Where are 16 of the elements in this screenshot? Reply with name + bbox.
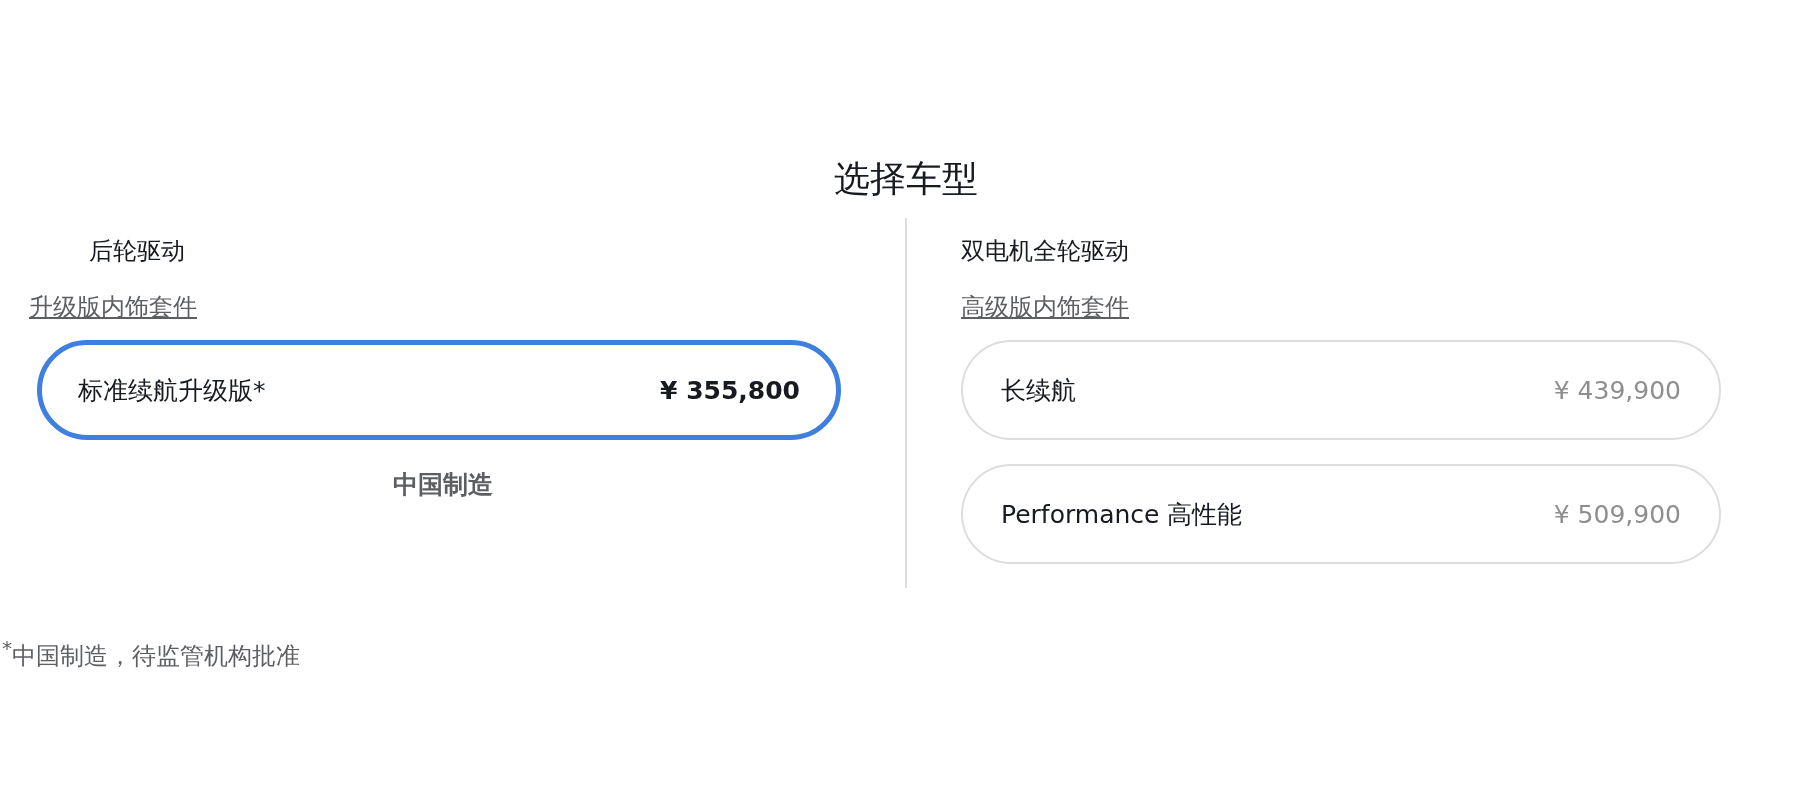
drive-label: 后轮驱动 [88,236,186,267]
origin-note: 中国制造 [392,469,494,501]
trim-name: 标准续航升级版* [78,374,266,407]
drive-label: 双电机全轮驱动 [961,236,1130,267]
trim-price: ¥ 355,800 [660,375,800,405]
trim-name: Performance 高性能 [1001,498,1243,531]
footnote: $^{*}$中国制造，待监管机构批准 [2,636,300,672]
trim-name: 长续航 [1001,374,1076,407]
trim-price: ¥ 509,900 [1553,499,1681,529]
page-title: 选择车型 [833,157,979,201]
trim-option[interactable]: 标准续航升级版* ¥ 355,800 [37,340,841,440]
interior-link[interactable]: 高级版内饰套件 [961,290,1129,324]
trim-option[interactable]: Performance 高性能 ¥ 509,900 [961,464,1721,564]
trim-price: ¥ 439,900 [1553,375,1681,405]
interior-link[interactable]: 升级版内饰套件 [29,290,197,324]
trim-option[interactable]: 长续航 ¥ 439,900 [961,340,1721,440]
